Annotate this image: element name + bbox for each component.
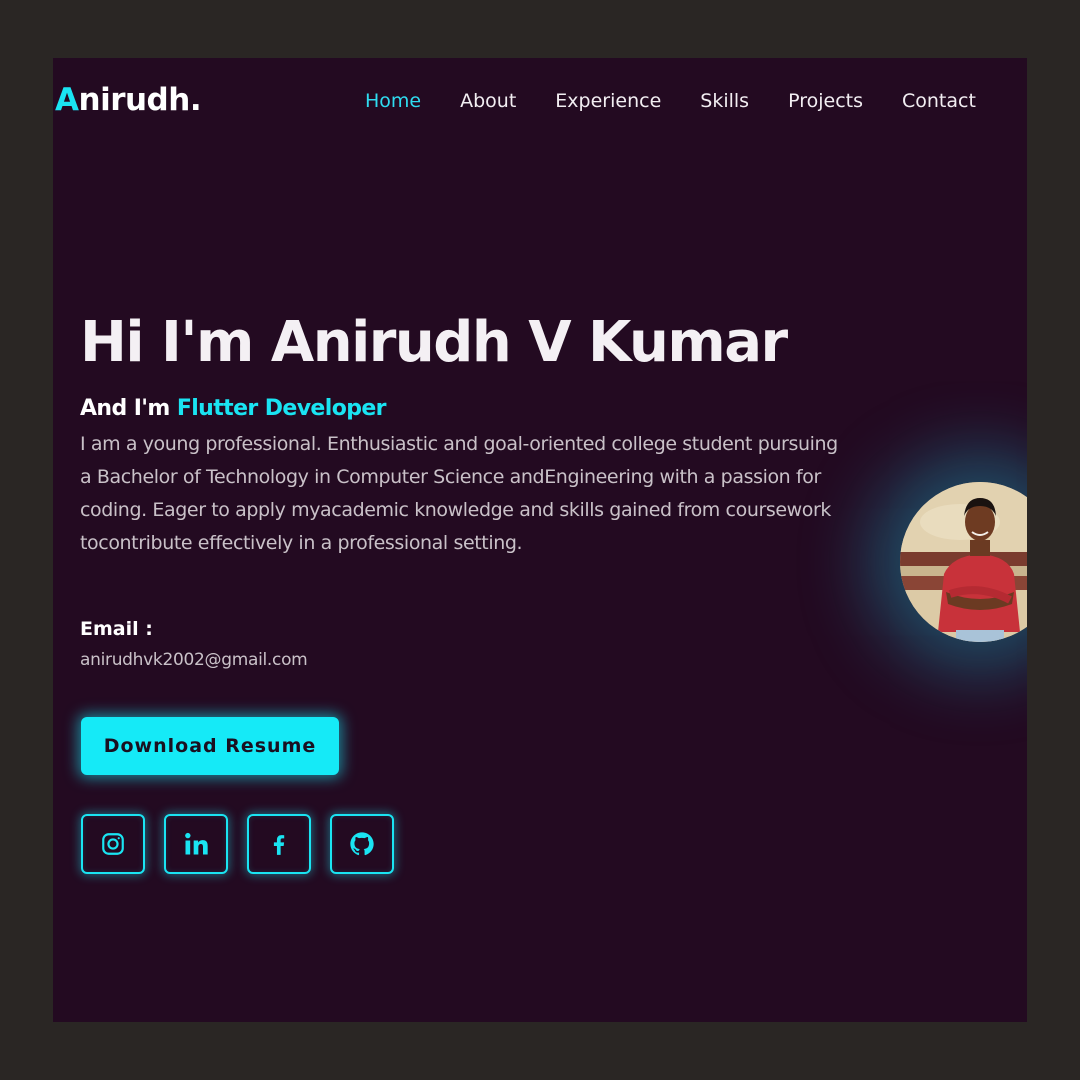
nav-contact[interactable]: Contact (902, 90, 976, 112)
main-nav: Home About Experience Skills Projects Co… (365, 90, 976, 112)
nav-skills[interactable]: Skills (700, 90, 749, 112)
role-text: Flutter Developer (176, 396, 387, 421)
subtitle-prefix: And I'm (80, 396, 177, 421)
email-address[interactable]: anirudhvk2002@gmail.com (80, 650, 308, 670)
logo-text: nirudh. (78, 82, 202, 118)
email-label: Email : (80, 618, 153, 640)
profile-photo (900, 482, 1027, 642)
github-link[interactable] (330, 814, 394, 874)
site-logo[interactable]: Anirudh. (55, 82, 202, 118)
nav-about[interactable]: About (460, 90, 516, 112)
hero-title: Hi I'm Anirudh V Kumar (80, 310, 788, 375)
nav-experience[interactable]: Experience (555, 90, 661, 112)
nav-home[interactable]: Home (365, 90, 421, 112)
github-icon (350, 832, 374, 856)
social-links (81, 814, 413, 874)
logo-initial: A (55, 82, 79, 118)
nav-projects[interactable]: Projects (788, 90, 863, 112)
linkedin-link[interactable] (164, 814, 228, 874)
facebook-icon (273, 835, 285, 855)
instagram-icon (102, 833, 124, 855)
facebook-link[interactable] (247, 814, 311, 874)
linkedin-icon (185, 832, 208, 855)
download-resume-button[interactable]: Download Resume (81, 717, 339, 775)
hero-subtitle: And I'm Flutter Developer (80, 396, 387, 421)
hero-bio: I am a young professional. Enthusiastic … (80, 433, 838, 554)
avatar-portrait (900, 482, 1027, 642)
instagram-link[interactable] (81, 814, 145, 874)
portfolio-page: Anirudh. Home About Experience Skills Pr… (53, 58, 1027, 1022)
